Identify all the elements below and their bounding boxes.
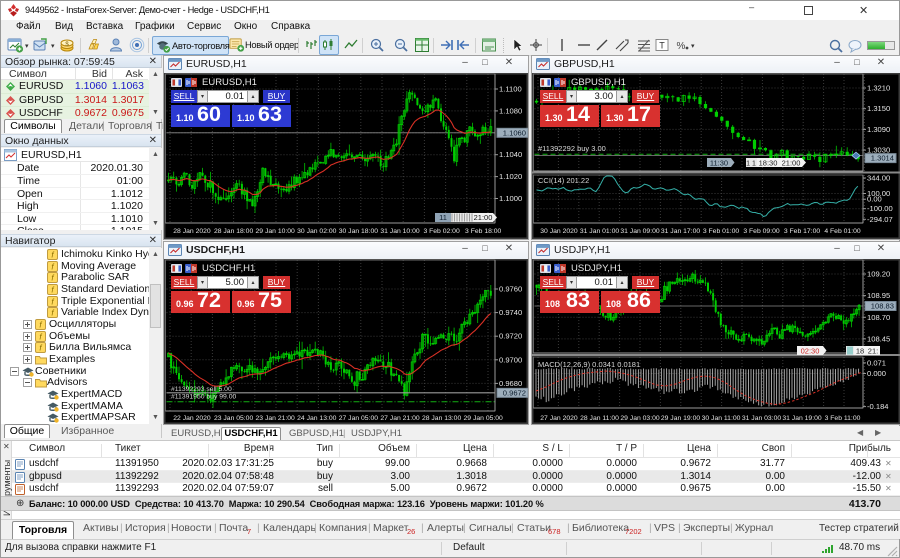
svg-text:3 Feb 11:00: 3 Feb 11:00 <box>825 415 861 422</box>
svg-text:1.1020: 1.1020 <box>499 172 522 181</box>
svg-text:0.071: 0.071 <box>867 358 886 367</box>
svg-text:27 Jan 2020: 27 Jan 2020 <box>540 415 578 422</box>
svg-text:21:00: 21:00 <box>474 213 493 222</box>
svg-text:23 Jan 05:00: 23 Jan 05:00 <box>214 415 254 422</box>
svg-text:1.1080: 1.1080 <box>499 106 522 115</box>
svg-text:CCI(14) 201.22: CCI(14) 201.22 <box>538 176 589 185</box>
svg-text:-0.184: -0.184 <box>867 402 889 411</box>
svg-text:T: T <box>659 41 665 51</box>
svg-text:344.00: 344.00 <box>867 174 890 183</box>
svg-text:21:00: 21:00 <box>782 159 801 168</box>
svg-text:4 Feb 01:00: 4 Feb 01:00 <box>824 228 860 235</box>
svg-text:27 Jan 21:00: 27 Jan 21:00 <box>380 415 420 422</box>
svg-text:0.9720: 0.9720 <box>499 332 522 341</box>
svg-text:1.3210: 1.3210 <box>867 84 890 93</box>
svg-text:28 Jan 11:00: 28 Jan 11:00 <box>580 415 619 422</box>
svg-text:29 Jan 10:00: 29 Jan 10:00 <box>256 228 296 235</box>
svg-text:1.3090: 1.3090 <box>867 125 890 134</box>
svg-text:#11392293 sell 5.00: #11392293 sell 5.00 <box>171 386 232 393</box>
svg-text:108.83: 108.83 <box>871 302 894 311</box>
svg-text:1 1: 1 1 <box>746 161 756 168</box>
svg-text:31 Jan 19:00: 31 Jan 19:00 <box>782 415 822 422</box>
svg-text:#11391950 buy 99.00: #11391950 buy 99.00 <box>171 393 236 400</box>
svg-text:31 Jan 03:00: 31 Jan 03:00 <box>742 415 782 422</box>
svg-text:22 Jan 2020: 22 Jan 2020 <box>173 415 211 422</box>
svg-text:18:30: 18:30 <box>759 159 778 168</box>
svg-text:28 Jan 2020: 28 Jan 2020 <box>173 228 211 235</box>
svg-text:MACD(12,26,9) 0.0341 0.0181: MACD(12,26,9) 0.0341 0.0181 <box>538 360 640 369</box>
svg-text:108.70: 108.70 <box>867 313 890 322</box>
svg-text:1.3150: 1.3150 <box>867 104 890 113</box>
svg-text:109.20: 109.20 <box>867 270 890 279</box>
svg-text:0.00: 0.00 <box>867 195 882 204</box>
svg-text:21:: 21: <box>868 347 878 356</box>
svg-text:29 Jan 19:00: 29 Jan 19:00 <box>661 415 701 422</box>
svg-text:0.9680: 0.9680 <box>499 379 522 388</box>
svg-text:%: % <box>677 41 686 52</box>
svg-text:0.9760: 0.9760 <box>499 285 522 294</box>
svg-text:23 Jan 21:00: 23 Jan 21:00 <box>256 415 296 422</box>
svg-text:30 Jan 02:00: 30 Jan 02:00 <box>297 228 337 235</box>
svg-text:0.000: 0.000 <box>867 369 886 378</box>
svg-text:1.1100: 1.1100 <box>499 85 522 94</box>
svg-text:29 Jan 03:00: 29 Jan 03:00 <box>620 415 660 422</box>
svg-text:-294.07: -294.07 <box>867 215 893 224</box>
svg-text:1.1060: 1.1060 <box>503 128 526 137</box>
svg-text:31 Jan 10:00: 31 Jan 10:00 <box>380 228 420 235</box>
svg-text:#11392292 buy 3.00: #11392292 buy 3.00 <box>538 144 606 153</box>
svg-text:11:30: 11:30 <box>710 159 728 168</box>
svg-text:0.9672: 0.9672 <box>503 388 526 397</box>
svg-text:27 Jan 05:00: 27 Jan 05:00 <box>339 415 379 422</box>
svg-text:-100.00: -100.00 <box>867 204 893 213</box>
svg-text:31 Jan 17:00: 31 Jan 17:00 <box>661 228 701 235</box>
svg-text:28 Jan 13:00: 28 Jan 13:00 <box>422 415 462 422</box>
svg-text:11: 11 <box>439 213 447 222</box>
svg-text:29 Jan 05:00: 29 Jan 05:00 <box>464 415 504 422</box>
svg-text:3 Feb 01:00: 3 Feb 01:00 <box>703 228 739 235</box>
svg-text:24 Jan 13:00: 24 Jan 13:00 <box>297 415 337 422</box>
svg-text:1.3014: 1.3014 <box>871 154 894 163</box>
svg-text:1.1040: 1.1040 <box>499 150 522 159</box>
svg-text:3 Feb 09:00: 3 Feb 09:00 <box>743 228 779 235</box>
svg-text:1.1000: 1.1000 <box>499 194 522 203</box>
svg-text:0.9700: 0.9700 <box>499 355 522 364</box>
svg-text:3 Feb 02:00: 3 Feb 02:00 <box>423 228 459 235</box>
svg-text:31 Jan 09:00: 31 Jan 09:00 <box>620 228 660 235</box>
svg-text:30 Jan 2020: 30 Jan 2020 <box>540 228 578 235</box>
svg-text:0.9740: 0.9740 <box>499 308 522 317</box>
svg-text:3 Feb 17:00: 3 Feb 17:00 <box>784 228 820 235</box>
svg-text:18: 18 <box>856 347 864 356</box>
svg-text:28 Jan 18:00: 28 Jan 18:00 <box>214 228 254 235</box>
svg-text:30 Jan 18:00: 30 Jan 18:00 <box>339 228 379 235</box>
svg-text:108.45: 108.45 <box>867 334 890 343</box>
svg-text:108.95: 108.95 <box>867 291 890 300</box>
svg-text:3 Feb 18:00: 3 Feb 18:00 <box>465 228 501 235</box>
svg-text:30 Jan 11:00: 30 Jan 11:00 <box>702 415 741 422</box>
svg-text:02:30: 02:30 <box>801 347 820 356</box>
svg-text:31 Jan 01:00: 31 Jan 01:00 <box>580 228 620 235</box>
